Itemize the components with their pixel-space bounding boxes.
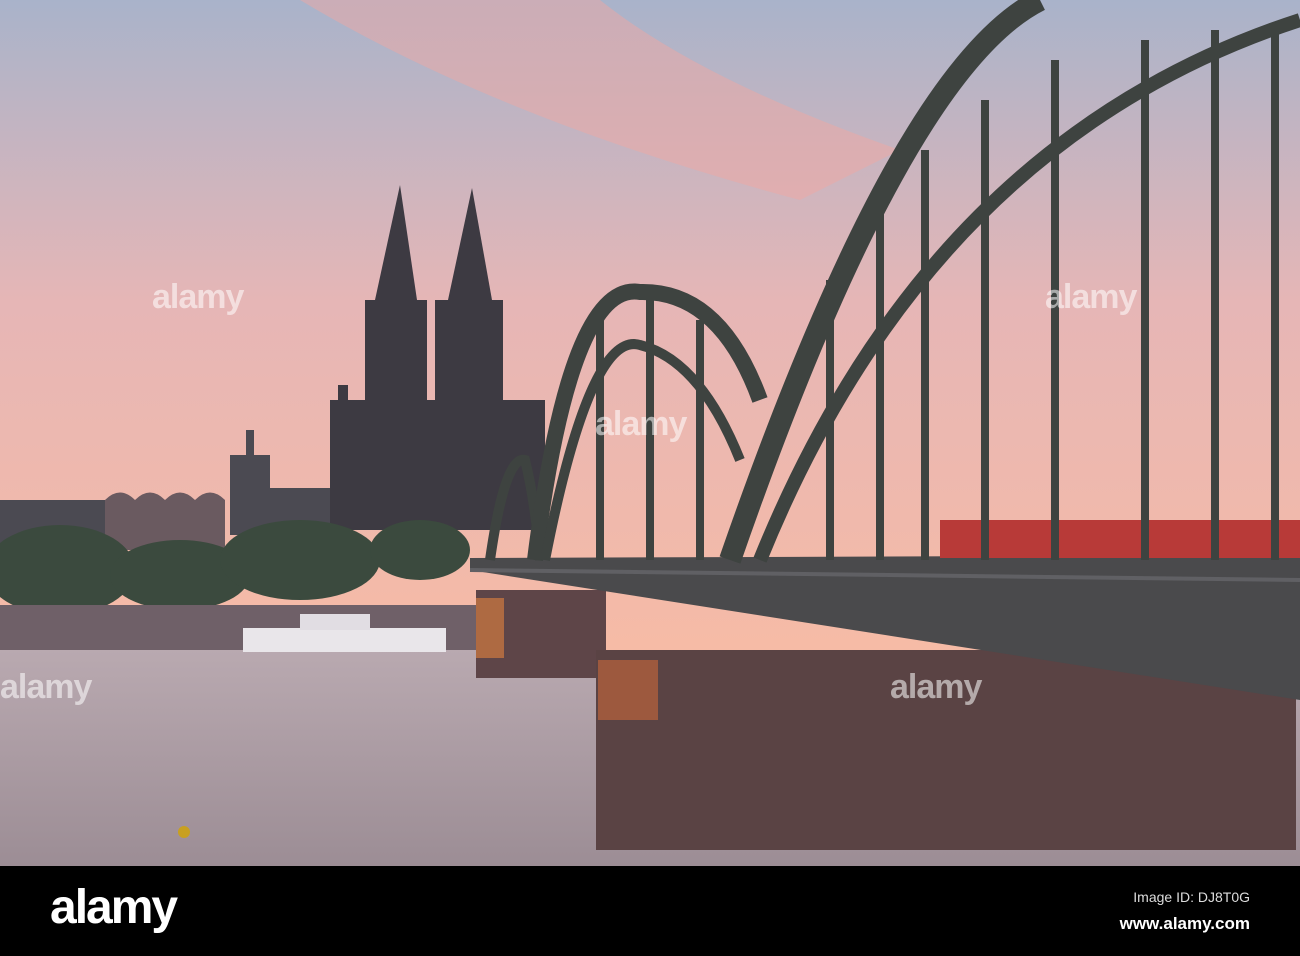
watermark: alamy [1045,278,1137,316]
website-link[interactable]: www.alamy.com [1120,914,1250,934]
red-train [940,520,1300,558]
watermark: alamy [0,668,92,706]
watermark: alamy [595,405,687,443]
watermark: alamy [152,278,244,316]
stock-photo: alamy alamy alamy alamy alamy alamy Imag… [0,0,1300,956]
buoy [178,826,190,838]
watermark: alamy [890,668,982,706]
alamy-logo: alamy [50,881,178,934]
footer-bar: alamy Image ID: DJ8T0G www.alamy.com [0,866,1300,956]
image-id: Image ID: DJ8T0G [1133,889,1250,905]
